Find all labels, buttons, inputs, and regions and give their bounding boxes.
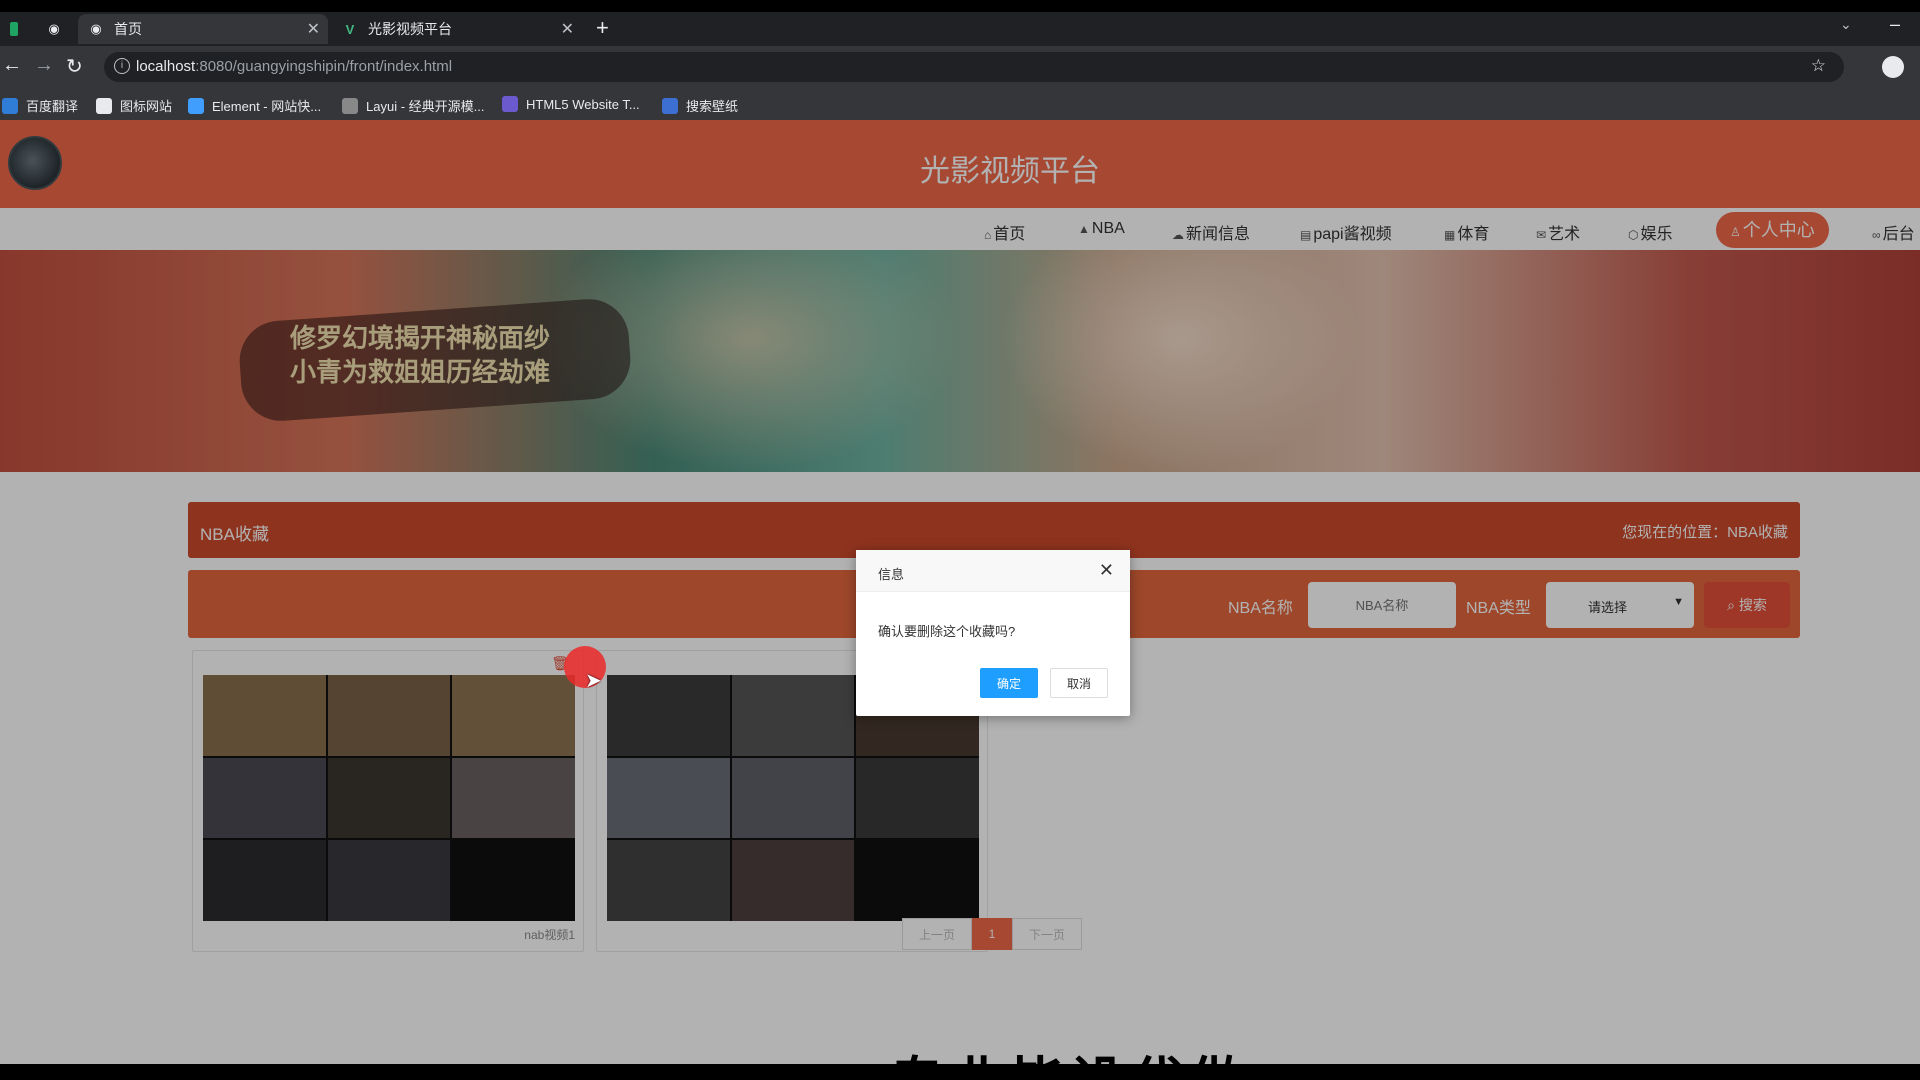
- address-bar[interactable]: i localhost:8080/guangyingshipin/front/i…: [104, 52, 1844, 82]
- browser-toolbar: ← → ↻ i localhost:8080/guangyingshipin/f…: [0, 46, 1920, 88]
- globe-icon: ◉: [90, 21, 102, 36]
- globe-icon: ◉: [48, 21, 60, 36]
- close-icon[interactable]: ✕: [307, 19, 320, 39]
- bookmark-item[interactable]: Layui - 经典开源模...: [342, 96, 484, 115]
- tab-label: 首页: [114, 21, 142, 37]
- info-icon[interactable]: i: [114, 58, 130, 74]
- video-caption: 专业毕设代做: [0, 1040, 1920, 1064]
- dialog-message: 确认要删除这个收藏吗?: [878, 624, 1016, 639]
- bookmark-item[interactable]: HTML5 Website T...: [502, 96, 640, 112]
- browser-tab-strip: ◉ ◉ 首页 ✕ V 光影视频平台 ✕ + ⌄ –: [0, 12, 1920, 46]
- layui-icon: [342, 97, 358, 114]
- dialog-header: 信息 ✕: [856, 550, 1130, 592]
- bookmarks-bar: 百度翻译 图标网站 Element - 网站快... Layui - 经典开源模…: [0, 88, 1920, 120]
- page: 光影视频平台 ⌂ 首页 ▲ NBA ☁ 新闻信息 ▤ papi酱视频 ▦ 体育 ✉ 艺术 ⬡…: [0, 120, 1920, 1064]
- new-tab-icon[interactable]: +: [596, 15, 609, 41]
- screen-bottom-edge: [0, 1064, 1920, 1080]
- bookmark-star-icon[interactable]: ☆: [1811, 56, 1826, 76]
- pinned-tab[interactable]: ◉: [36, 14, 76, 44]
- sheet-icon: [10, 22, 18, 36]
- dialog-title: 信息: [878, 567, 905, 582]
- profile-avatar[interactable]: [1882, 56, 1904, 78]
- address-url: localhost:8080/guangyingshipin/front/ind…: [136, 58, 453, 75]
- bookmark-item[interactable]: 图标网站: [96, 96, 172, 115]
- wallpaper-icon: [662, 97, 678, 114]
- tab-label: 光影视频平台: [368, 21, 452, 37]
- cancel-button[interactable]: 取消: [1050, 668, 1108, 698]
- html5-icon: [502, 96, 518, 112]
- close-icon[interactable]: ✕: [1099, 560, 1114, 581]
- bookmark-item[interactable]: 搜索壁纸: [662, 96, 738, 115]
- tab-home[interactable]: ◉ 首页 ✕: [78, 14, 328, 44]
- reload-icon[interactable]: ↻: [66, 54, 83, 79]
- confirm-button[interactable]: 确定: [980, 668, 1038, 698]
- translate-icon: [2, 97, 18, 114]
- bookmark-item[interactable]: Element - 网站快...: [188, 96, 321, 115]
- flag-icon: [96, 97, 112, 114]
- minimize-icon[interactable]: –: [1890, 14, 1900, 35]
- back-icon[interactable]: ←: [2, 54, 22, 77]
- confirm-dialog: 信息 ✕ 确认要删除这个收藏吗? 确定 取消: [856, 550, 1130, 716]
- chevron-down-icon[interactable]: ⌄: [1840, 16, 1852, 33]
- pinned-tab[interactable]: [0, 14, 28, 44]
- tab-platform[interactable]: V 光影视频平台 ✕: [332, 14, 582, 44]
- bookmark-item[interactable]: 百度翻译: [2, 96, 78, 115]
- vue-icon: V: [345, 21, 355, 37]
- element-icon: [188, 97, 204, 114]
- close-icon[interactable]: ✕: [561, 19, 574, 39]
- forward-icon[interactable]: →: [34, 54, 54, 77]
- mouse-cursor-icon: ➤: [585, 670, 602, 692]
